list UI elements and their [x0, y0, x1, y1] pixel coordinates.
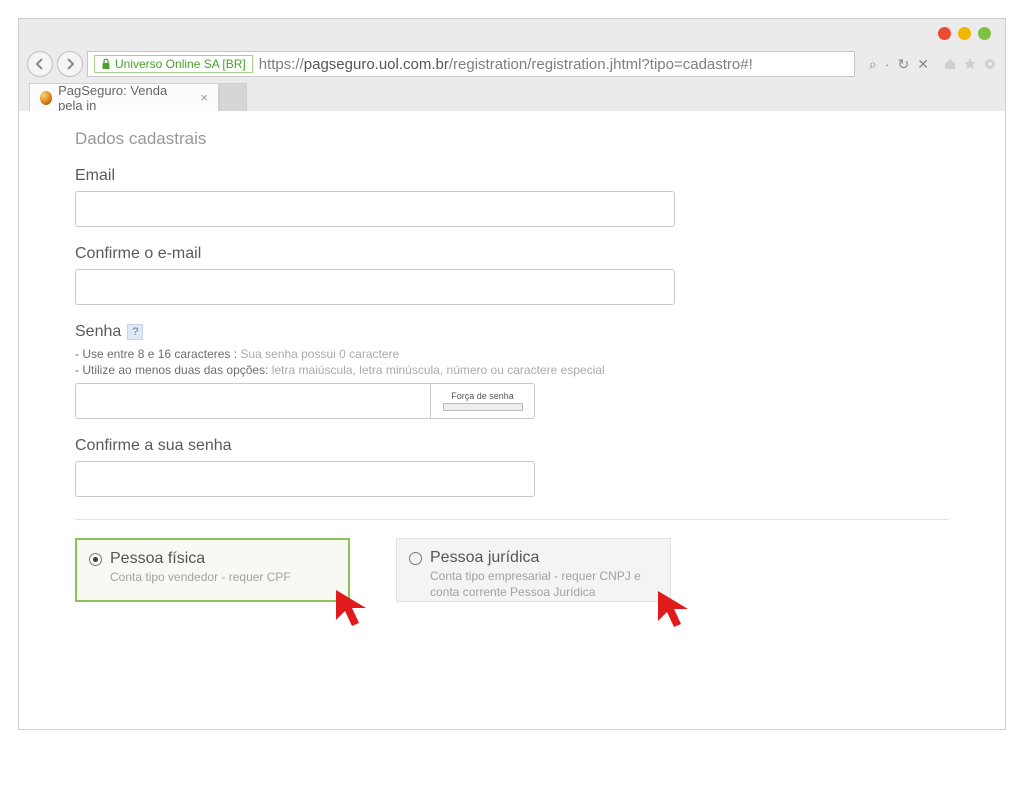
hint2-status: letra maiúscula, letra minúscula, número… — [272, 363, 605, 377]
browser-window: Universo Online SA [BR] https://pagsegur… — [18, 18, 1006, 730]
forward-button[interactable] — [57, 51, 83, 77]
tab-strip: PagSeguro: Venda pela in × — [19, 81, 1005, 111]
title-bar — [19, 19, 1005, 47]
tab-active[interactable]: PagSeguro: Venda pela in × — [29, 83, 219, 111]
password-field-group: Senha ? - Use entre 8 e 16 caracteres : … — [75, 323, 949, 419]
confirm-password-label: Confirme a sua senha — [75, 437, 949, 455]
strength-label: Força de senha — [451, 391, 514, 401]
browser-toolbar: Universo Online SA [BR] https://pagsegur… — [19, 47, 1005, 81]
gear-icon[interactable] — [983, 57, 997, 71]
window-minimize-icon[interactable] — [958, 27, 971, 40]
confirm-password-field-group: Confirme a sua senha — [75, 437, 949, 497]
window-close-icon[interactable] — [938, 27, 951, 40]
email-input[interactable] — [75, 191, 675, 227]
radio-icon — [409, 552, 422, 565]
address-bar[interactable]: Universo Online SA [BR] https://pagsegur… — [87, 51, 855, 77]
toolbar-right-controls: ⌕ · ↻ ✕ — [859, 56, 997, 73]
confirm-email-input[interactable] — [75, 269, 675, 305]
confirm-email-field-group: Confirme o e-mail — [75, 245, 949, 305]
window-maximize-icon[interactable] — [978, 27, 991, 40]
chevron-left-icon — [34, 58, 46, 70]
password-input[interactable] — [75, 383, 431, 419]
radio-card-pessoa-fisica[interactable]: Pessoa física Conta tipo vendedor - requ… — [75, 538, 350, 602]
home-icon[interactable] — [943, 57, 957, 71]
divider-dot: · — [885, 56, 890, 72]
search-icon[interactable]: ⌕ — [869, 56, 877, 73]
radio-card-pessoa-juridica[interactable]: Pessoa jurídica Conta tipo empresarial -… — [396, 538, 671, 602]
new-tab-button[interactable] — [219, 83, 247, 111]
ssl-badge: Universo Online SA [BR] — [94, 55, 253, 73]
radio-icon — [89, 553, 102, 566]
password-hint-2: - Utilize ao menos duas das opções: letr… — [75, 363, 949, 377]
password-hint-1: - Use entre 8 e 16 caracteres : Sua senh… — [75, 347, 949, 361]
section-title: Dados cadastrais — [75, 129, 949, 149]
tab-title: PagSeguro: Venda pela in — [58, 83, 188, 113]
reload-icon[interactable]: ↻ — [898, 56, 910, 73]
back-button[interactable] — [27, 51, 53, 77]
pj-desc: Conta tipo empresarial - requer CNPJ e c… — [430, 569, 658, 600]
password-strength-meter: Força de senha — [431, 383, 535, 419]
pf-desc: Conta tipo vendedor - requer CPF — [110, 570, 291, 586]
help-icon[interactable]: ? — [127, 324, 143, 340]
ssl-issuer: Universo Online SA [BR] — [115, 57, 246, 71]
email-field-group: Email — [75, 167, 949, 227]
page-content: Dados cadastrais Email Confirme o e-mail… — [19, 111, 1005, 729]
email-label: Email — [75, 167, 949, 185]
cursor-arrow-icon — [332, 586, 376, 630]
strength-bar — [443, 403, 523, 411]
hint1-prefix: - Use entre 8 e 16 caracteres : — [75, 347, 240, 361]
pf-title: Pessoa física — [110, 550, 291, 568]
tab-close-icon[interactable]: × — [200, 90, 208, 105]
section-divider — [75, 519, 949, 520]
extension-icons — [937, 57, 997, 71]
url-path: /registration/registration.jhtml?tipo=ca… — [449, 56, 753, 73]
account-type-selector: Pessoa física Conta tipo vendedor - requ… — [75, 538, 949, 602]
url-host: pagseguro.uol.com.br — [304, 56, 449, 73]
pj-title: Pessoa jurídica — [430, 549, 658, 567]
cursor-arrow-icon — [654, 587, 698, 631]
favicon-icon — [40, 91, 52, 105]
url-protocol: https:// — [259, 56, 304, 73]
confirm-password-input[interactable] — [75, 461, 535, 497]
confirm-email-label: Confirme o e-mail — [75, 245, 949, 263]
stop-icon[interactable]: ✕ — [917, 56, 929, 73]
lock-icon — [101, 58, 111, 70]
hint2-prefix: - Utilize ao menos duas das opções: — [75, 363, 272, 377]
chevron-right-icon — [64, 58, 76, 70]
url-text: https://pagseguro.uol.com.br/registratio… — [259, 56, 753, 73]
hint1-status: Sua senha possui 0 caractere — [240, 347, 399, 361]
star-icon[interactable] — [963, 57, 977, 71]
password-label: Senha — [75, 323, 121, 341]
